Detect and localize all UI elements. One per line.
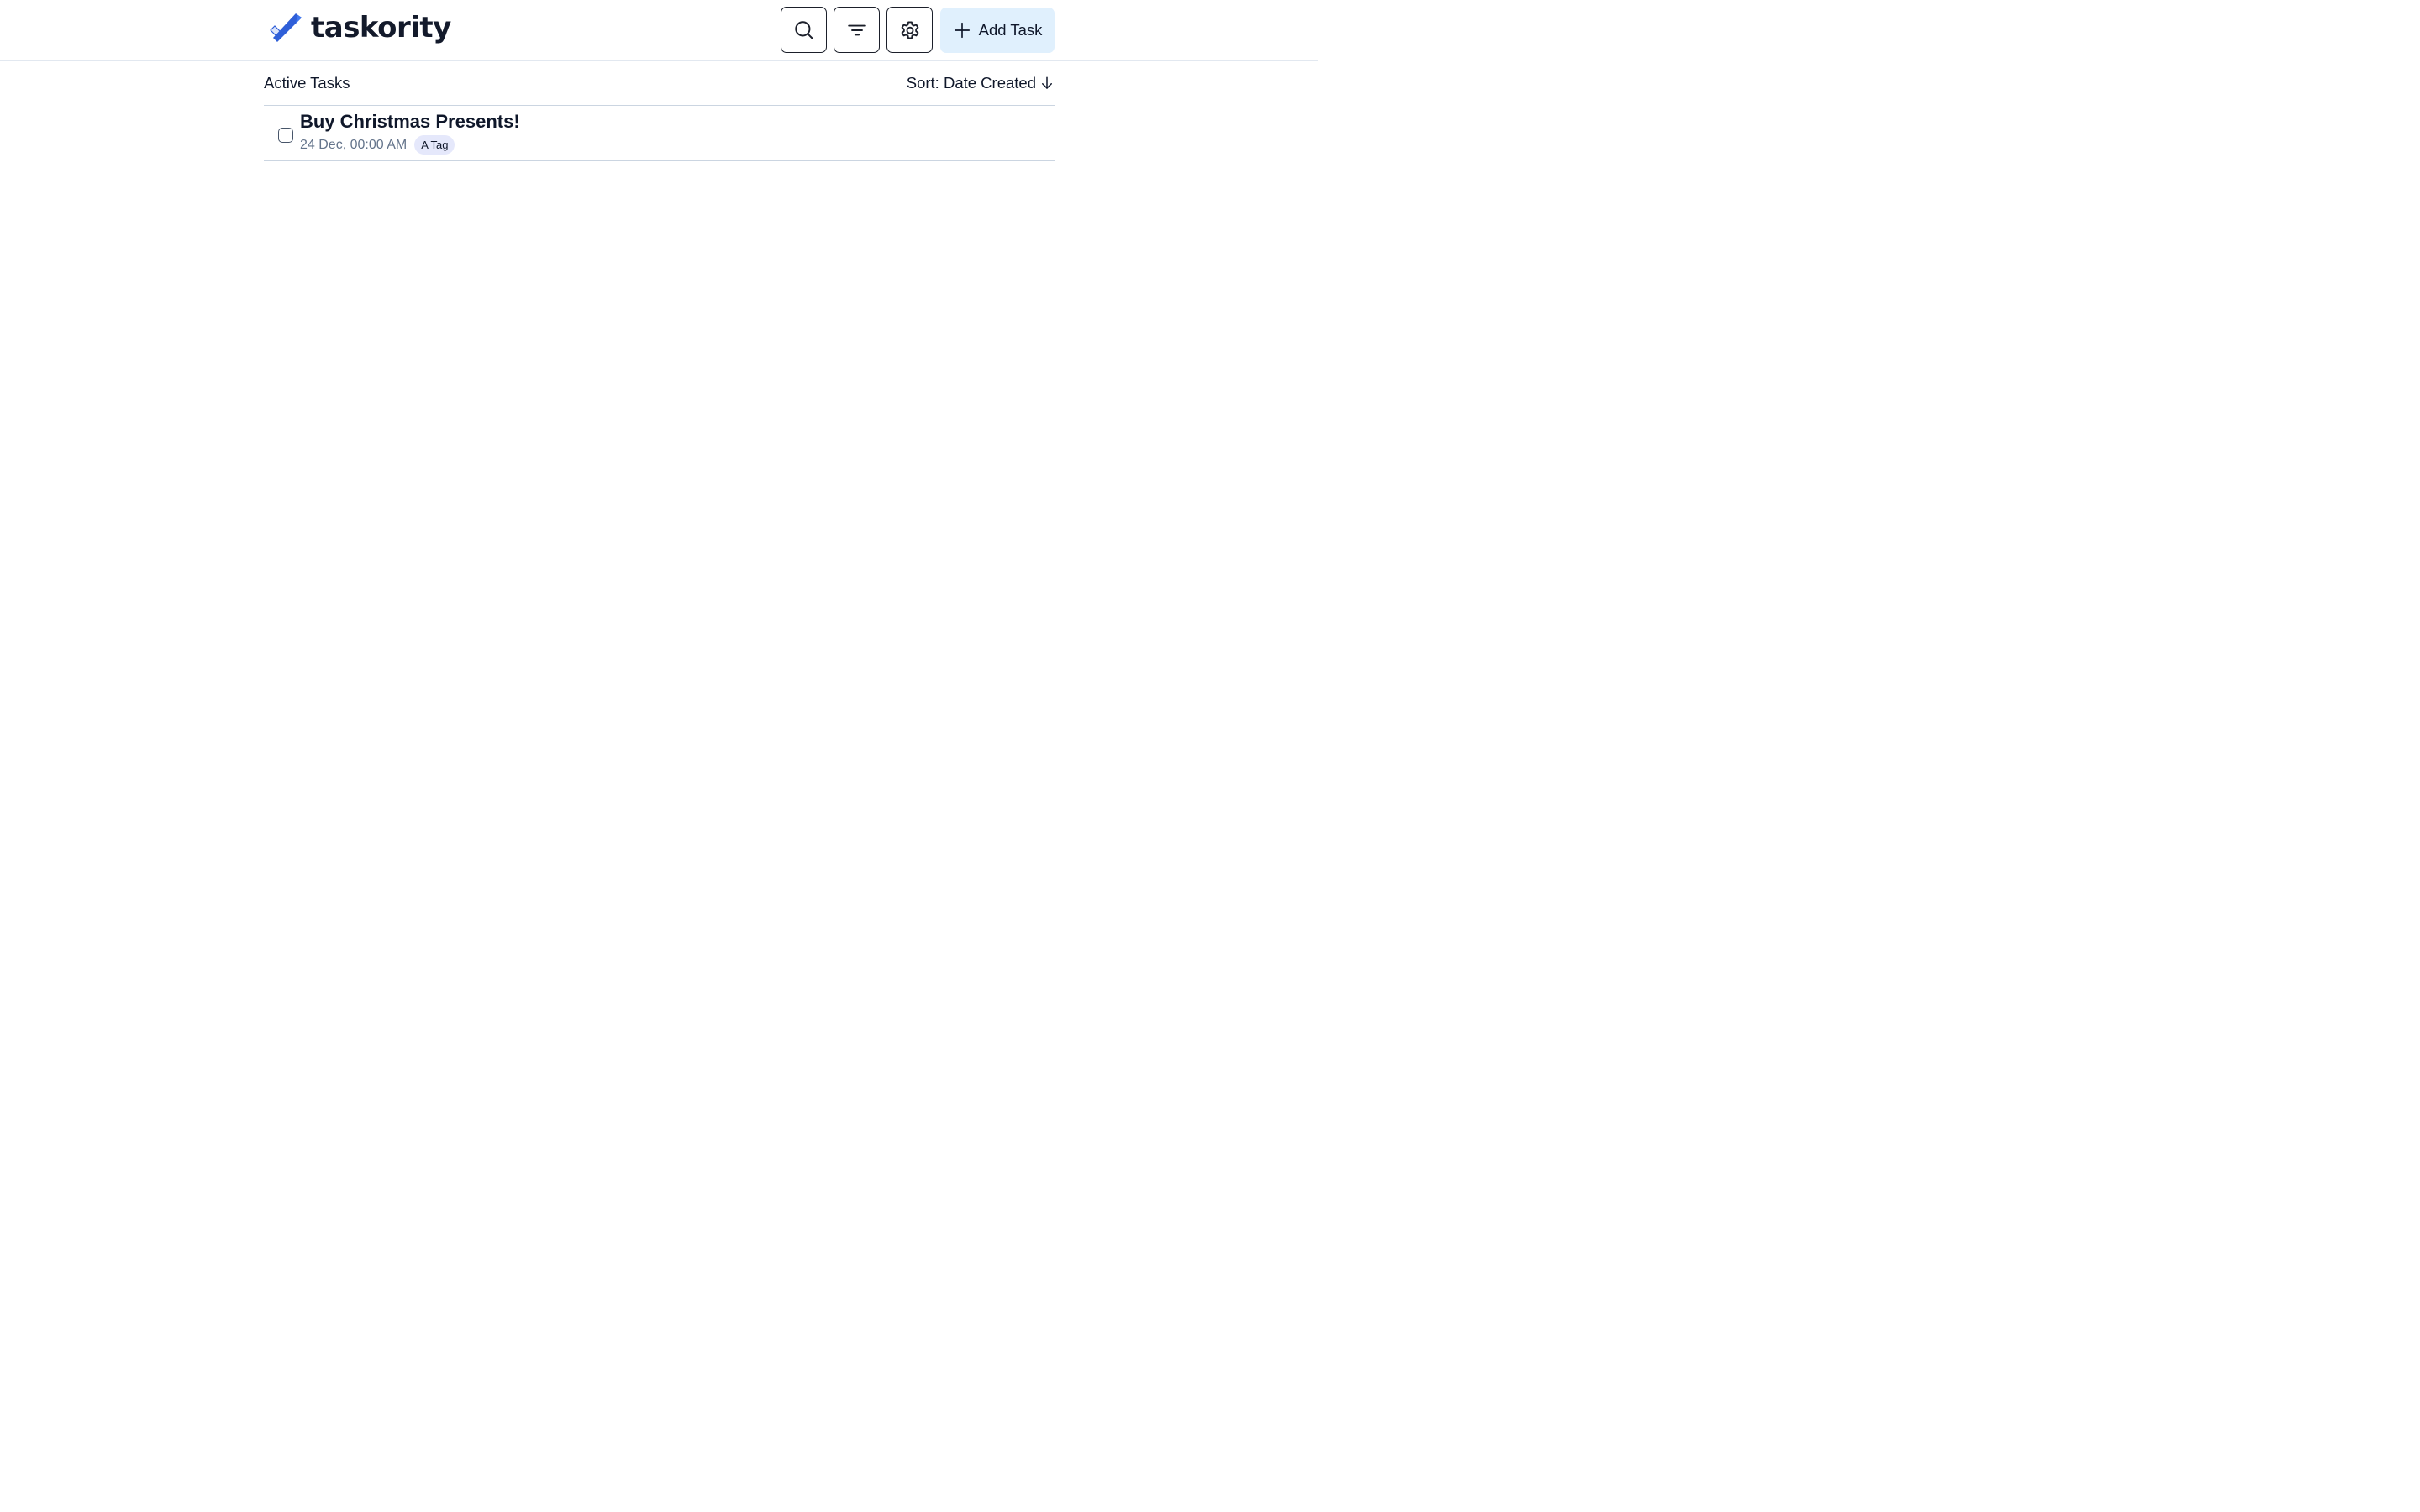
sort-label: Sort: Date Created xyxy=(906,74,1036,92)
task-date: 24 Dec, 00:00 AM xyxy=(300,137,408,152)
search-icon xyxy=(794,20,813,39)
list-header: Active Tasks Sort: Date Created xyxy=(264,72,1055,96)
plus-icon xyxy=(954,22,970,39)
gear-icon xyxy=(901,21,918,39)
section-title: Active Tasks xyxy=(264,74,350,92)
task-item[interactable]: Buy Christmas Presents! 24 Dec, 00:00 AM… xyxy=(264,106,1055,161)
app-header: taskority Add Task xyxy=(0,0,1318,61)
add-task-button[interactable]: Add Task xyxy=(940,8,1055,53)
search-button[interactable] xyxy=(781,7,827,53)
settings-button[interactable] xyxy=(886,7,933,53)
sort-button[interactable]: Sort: Date Created xyxy=(907,74,1055,92)
filter-icon xyxy=(847,24,866,35)
filter-button[interactable] xyxy=(834,7,880,53)
task-complete-checkbox[interactable] xyxy=(278,128,293,143)
app-logo[interactable]: taskority xyxy=(267,12,451,47)
task-meta: 24 Dec, 00:00 AM A Tag xyxy=(300,135,455,155)
arrow-down-icon xyxy=(1042,76,1052,89)
task-tag[interactable]: A Tag xyxy=(414,135,455,155)
logo-check-icon xyxy=(270,13,302,42)
task-title[interactable]: Buy Christmas Presents! xyxy=(300,111,520,133)
app-name: taskority xyxy=(311,11,451,45)
add-task-label: Add Task xyxy=(978,21,1043,39)
